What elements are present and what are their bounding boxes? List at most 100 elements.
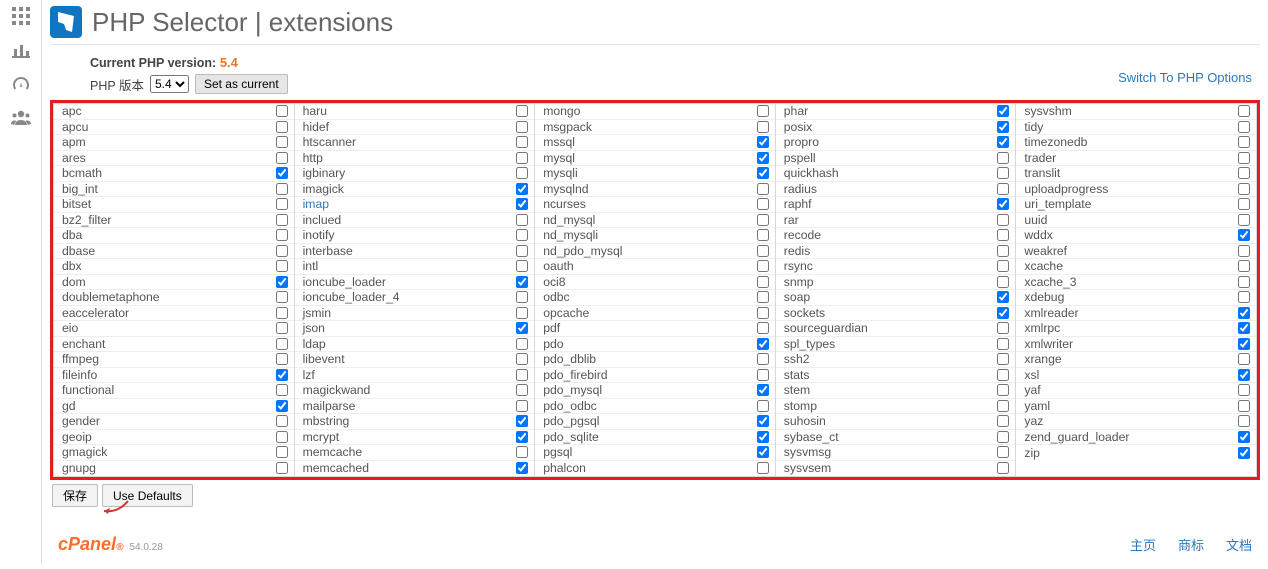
extension-label[interactable]: imagick — [303, 182, 344, 196]
extension-label[interactable]: big_int — [62, 182, 98, 196]
extension-checkbox[interactable] — [276, 322, 288, 334]
extension-checkbox[interactable] — [276, 291, 288, 303]
extension-label[interactable]: gnupg — [62, 461, 96, 475]
extension-label[interactable]: inclued — [303, 213, 342, 227]
extension-checkbox[interactable] — [516, 214, 528, 226]
extension-label[interactable]: mysqlnd — [543, 182, 588, 196]
extension-label[interactable]: uri_template — [1024, 197, 1091, 211]
switch-options-link[interactable]: Switch To PHP Options — [1118, 70, 1252, 85]
extension-checkbox[interactable] — [757, 167, 769, 179]
extension-checkbox[interactable] — [516, 384, 528, 396]
extension-checkbox[interactable] — [757, 229, 769, 241]
extension-checkbox[interactable] — [516, 260, 528, 272]
extension-checkbox[interactable] — [757, 307, 769, 319]
extension-checkbox[interactable] — [997, 400, 1009, 412]
extension-checkbox[interactable] — [1238, 276, 1250, 288]
extension-checkbox[interactable] — [516, 229, 528, 241]
extension-checkbox[interactable] — [757, 446, 769, 458]
extension-label[interactable]: hidef — [303, 120, 329, 134]
extension-label[interactable]: uuid — [1024, 213, 1047, 227]
extension-label[interactable]: bz2_filter — [62, 213, 111, 227]
extension-checkbox[interactable] — [516, 400, 528, 412]
extension-label[interactable]: pdo_dblib — [543, 352, 596, 366]
extension-checkbox[interactable] — [997, 415, 1009, 427]
extension-label[interactable]: eaccelerator — [62, 306, 129, 320]
extension-label[interactable]: stats — [784, 368, 810, 382]
extension-label[interactable]: gmagick — [62, 445, 107, 459]
extension-label[interactable]: snmp — [784, 275, 814, 289]
extension-checkbox[interactable] — [757, 415, 769, 427]
extension-checkbox[interactable] — [516, 353, 528, 365]
extension-label[interactable]: mailparse — [303, 399, 356, 413]
extension-checkbox[interactable] — [1238, 245, 1250, 257]
extension-checkbox[interactable] — [516, 369, 528, 381]
extension-checkbox[interactable] — [276, 307, 288, 319]
extension-label[interactable]: http — [303, 151, 323, 165]
extension-checkbox[interactable] — [757, 369, 769, 381]
extension-checkbox[interactable] — [1238, 152, 1250, 164]
extension-label[interactable]: xcache_3 — [1024, 275, 1076, 289]
set-as-current-button[interactable]: Set as current — [195, 74, 288, 94]
extension-label[interactable]: ncurses — [543, 197, 586, 211]
extension-checkbox[interactable] — [757, 322, 769, 334]
extension-label[interactable]: xmlreader — [1024, 306, 1078, 320]
extension-label[interactable]: radius — [784, 182, 817, 196]
extension-checkbox[interactable] — [997, 198, 1009, 210]
extension-label[interactable]: eio — [62, 321, 78, 335]
extension-label[interactable]: apcu — [62, 120, 88, 134]
extension-checkbox[interactable] — [997, 291, 1009, 303]
extension-label[interactable]: mbstring — [303, 414, 350, 428]
extension-checkbox[interactable] — [276, 369, 288, 381]
extension-checkbox[interactable] — [1238, 121, 1250, 133]
extension-label[interactable]: dbx — [62, 259, 82, 273]
extension-label[interactable]: zip — [1024, 446, 1040, 460]
extension-label[interactable]: xcache — [1024, 259, 1063, 273]
extension-label[interactable]: dba — [62, 228, 82, 242]
extension-label[interactable]: posix — [784, 120, 812, 134]
extension-checkbox[interactable] — [997, 136, 1009, 148]
extension-checkbox[interactable] — [276, 198, 288, 210]
users-icon[interactable] — [11, 108, 31, 128]
extension-label[interactable]: geoip — [62, 430, 92, 444]
extension-checkbox[interactable] — [997, 431, 1009, 443]
extension-checkbox[interactable] — [757, 291, 769, 303]
extension-label[interactable]: yaml — [1024, 399, 1050, 413]
extension-label[interactable]: json — [303, 321, 325, 335]
extension-checkbox[interactable] — [516, 338, 528, 350]
extension-label[interactable]: wddx — [1024, 228, 1052, 242]
extension-checkbox[interactable] — [1238, 260, 1250, 272]
extension-checkbox[interactable] — [997, 214, 1009, 226]
extension-checkbox[interactable] — [516, 183, 528, 195]
extension-label[interactable]: rsync — [784, 259, 813, 273]
extension-label[interactable]: timezonedb — [1024, 135, 1087, 149]
extension-checkbox[interactable] — [757, 338, 769, 350]
extension-checkbox[interactable] — [997, 462, 1009, 474]
extension-checkbox[interactable] — [757, 384, 769, 396]
extension-checkbox[interactable] — [997, 276, 1009, 288]
extension-label[interactable]: fileinfo — [62, 368, 97, 382]
extension-label[interactable]: sysvsem — [784, 461, 831, 475]
extension-checkbox[interactable] — [276, 121, 288, 133]
extension-checkbox[interactable] — [516, 322, 528, 334]
extension-label[interactable]: libevent — [303, 352, 345, 366]
extension-checkbox[interactable] — [1238, 415, 1250, 427]
extension-label[interactable]: xmlrpc — [1024, 321, 1060, 335]
extension-label[interactable]: rar — [784, 213, 799, 227]
footer-link[interactable]: 主页 — [1130, 535, 1156, 554]
extension-label[interactable]: xmlwriter — [1024, 337, 1073, 351]
extension-label[interactable]: weakref — [1024, 244, 1067, 258]
extension-checkbox[interactable] — [1238, 307, 1250, 319]
extension-label[interactable]: functional — [62, 383, 114, 397]
extension-checkbox[interactable] — [997, 446, 1009, 458]
extension-checkbox[interactable] — [1238, 291, 1250, 303]
extension-checkbox[interactable] — [516, 462, 528, 474]
extension-checkbox[interactable] — [276, 353, 288, 365]
extension-label[interactable]: nd_mysqli — [543, 228, 598, 242]
extension-label[interactable]: raphf — [784, 197, 812, 211]
extension-label[interactable]: zend_guard_loader — [1024, 430, 1129, 444]
extension-checkbox[interactable] — [276, 431, 288, 443]
extension-label[interactable]: phar — [784, 104, 808, 118]
extension-label[interactable]: stomp — [784, 399, 817, 413]
extension-checkbox[interactable] — [276, 136, 288, 148]
extension-label[interactable]: xrange — [1024, 352, 1061, 366]
